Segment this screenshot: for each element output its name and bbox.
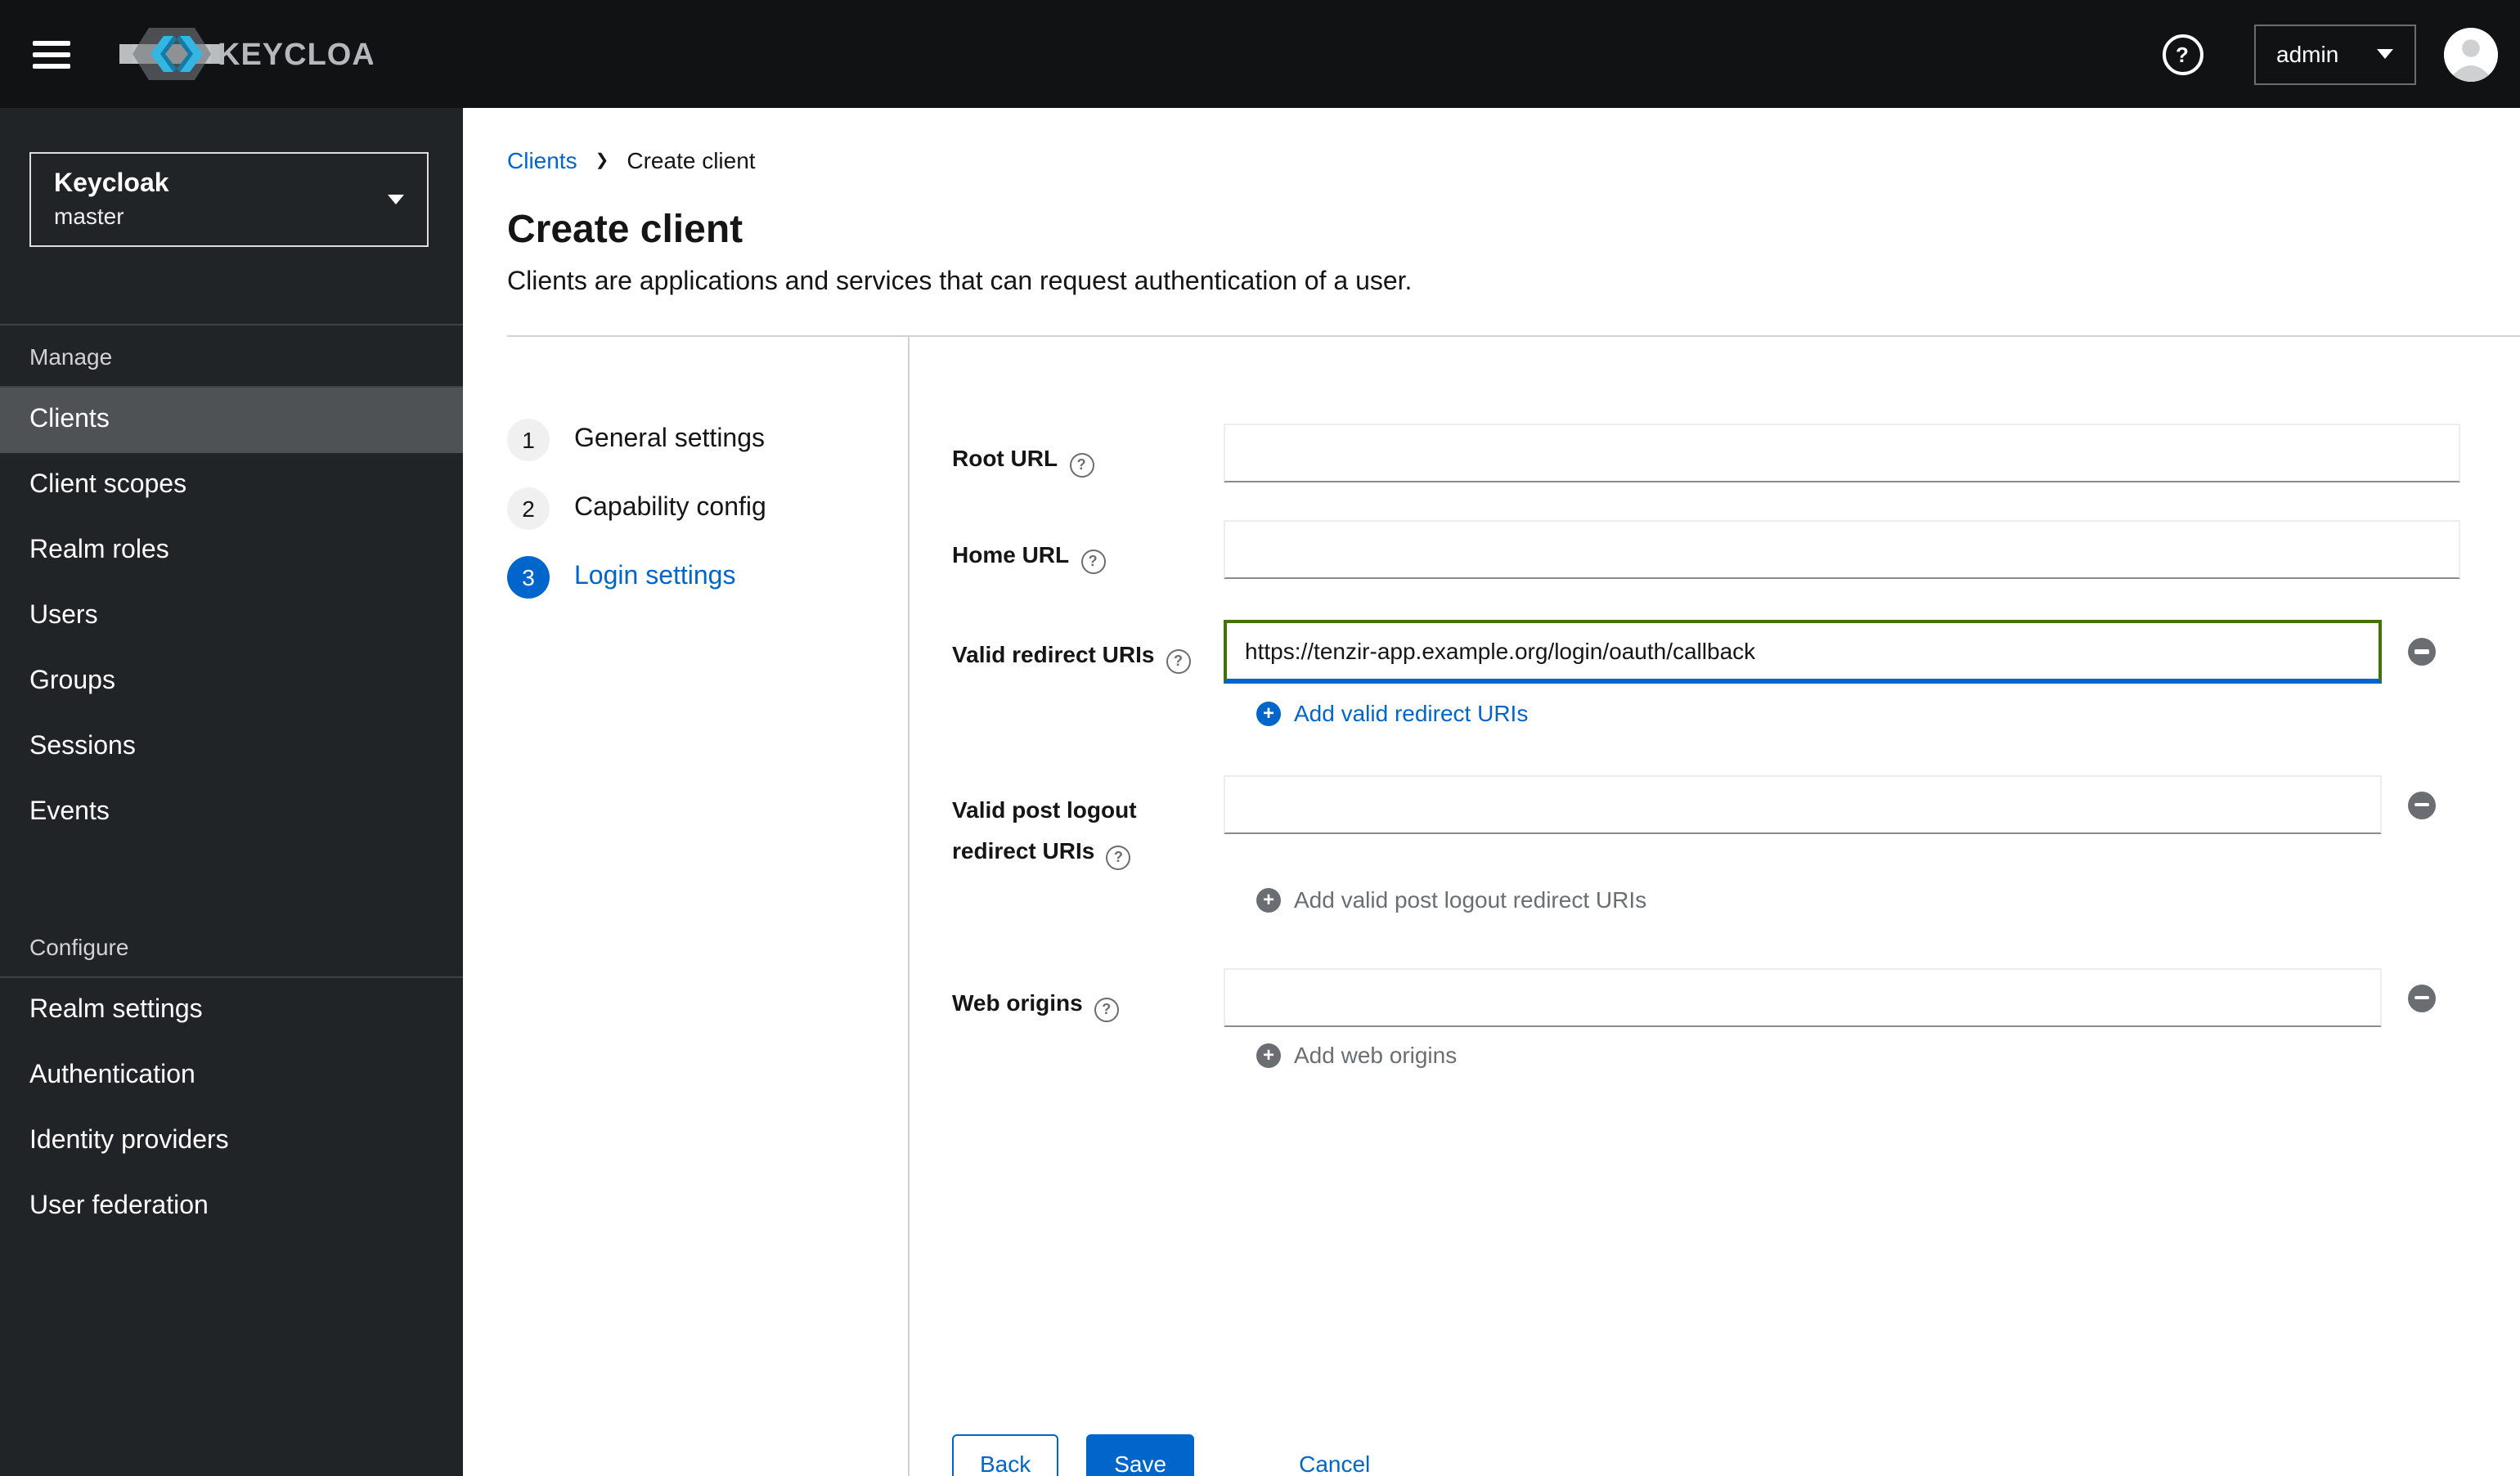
step-1-badge: 1 bbox=[507, 419, 550, 461]
valid-post-logout-label: Valid post logout redirect URIs? bbox=[952, 775, 1224, 872]
realm-switcher[interactable]: Keycloak master bbox=[29, 152, 429, 247]
sidebar-item-groups[interactable]: Groups bbox=[0, 649, 463, 715]
valid-post-logout-group: Valid post logout redirect URIs? + Add v… bbox=[952, 775, 2520, 913]
back-button[interactable]: Back bbox=[952, 1434, 1059, 1476]
sidebar-item-sessions[interactable]: Sessions bbox=[0, 715, 463, 780]
home-url-row: Home URL? bbox=[952, 520, 2520, 579]
plus-circle-icon: + bbox=[1256, 1043, 1281, 1067]
avatar[interactable] bbox=[2443, 27, 2497, 81]
sidebar-item-clients[interactable]: Clients bbox=[0, 388, 463, 453]
sidebar-item-user-federation[interactable]: User federation bbox=[0, 1174, 463, 1240]
page-title: Create client bbox=[507, 208, 743, 252]
remove-web-origin-button[interactable] bbox=[2408, 984, 2436, 1012]
keycloak-admin-console: KEYCLOAK ? admin Keycloak master Manage bbox=[0, 0, 2520, 1476]
chevron-down-icon bbox=[2376, 49, 2392, 59]
realm-switcher-title: Keycloak bbox=[54, 170, 169, 198]
masthead: KEYCLOAK ? admin bbox=[0, 0, 2520, 108]
sidebar: Keycloak master Manage Clients Client sc… bbox=[0, 108, 463, 1476]
plus-circle-icon: + bbox=[1256, 887, 1281, 912]
sidebar-item-realm-settings[interactable]: Realm settings bbox=[0, 978, 463, 1043]
step-2-label: Capability config bbox=[574, 494, 766, 522]
main-content: Clients ❯ Create client Create client Cl… bbox=[463, 108, 2520, 1476]
valid-redirect-uris-input[interactable] bbox=[1224, 620, 2382, 684]
plus-circle-icon: + bbox=[1256, 701, 1281, 725]
wizard-layout: 1 General settings 2 Capability config 3… bbox=[463, 337, 2520, 1476]
chevron-down-icon bbox=[388, 195, 404, 204]
breadcrumb-current: Create client bbox=[627, 147, 756, 173]
help-icon[interactable]: ? bbox=[2162, 34, 2203, 74]
valid-post-logout-help-icon[interactable]: ? bbox=[1106, 846, 1131, 870]
remove-redirect-uri-button[interactable] bbox=[2408, 638, 2436, 666]
root-url-help-icon[interactable]: ? bbox=[1069, 453, 1094, 478]
web-origins-label: Web origins? bbox=[952, 968, 1224, 1024]
remove-post-logout-uri-button[interactable] bbox=[2408, 791, 2436, 819]
wizard-step-capability-config[interactable]: 2 Capability config bbox=[507, 474, 908, 543]
add-web-origins-link[interactable]: + Add web origins bbox=[1256, 1042, 2520, 1068]
breadcrumb-chevron-icon: ❯ bbox=[595, 151, 609, 169]
valid-redirect-uris-group: Valid redirect URIs? + Add valid redirec… bbox=[952, 620, 2520, 726]
nav-group-configure: Configure bbox=[29, 934, 129, 960]
sidebar-item-identity-providers[interactable]: Identity providers bbox=[0, 1109, 463, 1174]
home-url-help-icon[interactable]: ? bbox=[1080, 550, 1106, 574]
avatar-icon bbox=[2443, 27, 2497, 81]
form-actions: Back Save Cancel bbox=[952, 1434, 2520, 1476]
root-url-input[interactable] bbox=[1224, 424, 2460, 482]
breadcrumb-clients-link[interactable]: Clients bbox=[507, 147, 577, 173]
sidebar-item-users[interactable]: Users bbox=[0, 584, 463, 649]
home-url-label: Home URL? bbox=[952, 520, 1224, 576]
sidebar-item-client-scopes[interactable]: Client scopes bbox=[0, 453, 463, 518]
save-button[interactable]: Save bbox=[1086, 1434, 1195, 1476]
wizard-step-general-settings[interactable]: 1 General settings bbox=[507, 406, 908, 474]
hamburger-menu-icon[interactable] bbox=[33, 40, 70, 68]
user-menu-dropdown[interactable]: admin bbox=[2253, 24, 2415, 84]
wizard-step-login-settings[interactable]: 3 Login settings bbox=[507, 543, 908, 612]
step-3-badge: 3 bbox=[507, 556, 550, 599]
valid-post-logout-input[interactable] bbox=[1224, 775, 2382, 834]
add-valid-redirect-uris-link[interactable]: + Add valid redirect URIs bbox=[1256, 700, 2520, 726]
root-url-label: Root URL? bbox=[952, 424, 1224, 479]
web-origins-help-icon[interactable]: ? bbox=[1094, 998, 1119, 1022]
sidebar-item-events[interactable]: Events bbox=[0, 780, 463, 846]
valid-redirect-uris-help-icon[interactable]: ? bbox=[1166, 649, 1191, 674]
web-origins-group: Web origins? + Add web origins bbox=[952, 968, 2520, 1068]
username: admin bbox=[2276, 41, 2339, 67]
page-header: Clients ❯ Create client Create client Cl… bbox=[463, 108, 2520, 337]
step-2-badge: 2 bbox=[507, 487, 550, 530]
step-3-label: Login settings bbox=[574, 563, 736, 590]
cancel-button[interactable]: Cancel bbox=[1299, 1434, 1370, 1476]
minus-icon bbox=[2414, 802, 2429, 807]
step-1-label: General settings bbox=[574, 425, 766, 453]
keycloak-logo-icon: KEYCLOAK bbox=[119, 28, 373, 80]
home-url-input[interactable] bbox=[1224, 520, 2460, 579]
minus-icon bbox=[2414, 995, 2429, 1000]
breadcrumb: Clients ❯ Create client bbox=[507, 147, 2520, 173]
sidebar-item-authentication[interactable]: Authentication bbox=[0, 1043, 463, 1109]
web-origins-input[interactable] bbox=[1224, 968, 2382, 1027]
keycloak-logo: KEYCLOAK bbox=[118, 26, 373, 82]
wizard-nav: 1 General settings 2 Capability config 3… bbox=[463, 337, 908, 1476]
realm-switcher-realm: master bbox=[54, 203, 124, 229]
sidebar-item-realm-roles[interactable]: Realm roles bbox=[0, 518, 463, 584]
brand-text: KEYCLOAK bbox=[218, 38, 373, 72]
root-url-row: Root URL? bbox=[952, 424, 2520, 482]
nav-group-manage: Manage bbox=[29, 343, 113, 370]
page-subtitle: Clients are applications and services th… bbox=[507, 268, 1413, 296]
minus-icon bbox=[2414, 649, 2429, 654]
valid-redirect-uris-label: Valid redirect URIs? bbox=[952, 620, 1224, 675]
add-valid-post-logout-link[interactable]: + Add valid post logout redirect URIs bbox=[1256, 886, 2520, 913]
login-settings-form: Root URL? Home URL? Valid redirect URIs … bbox=[910, 337, 2520, 1476]
